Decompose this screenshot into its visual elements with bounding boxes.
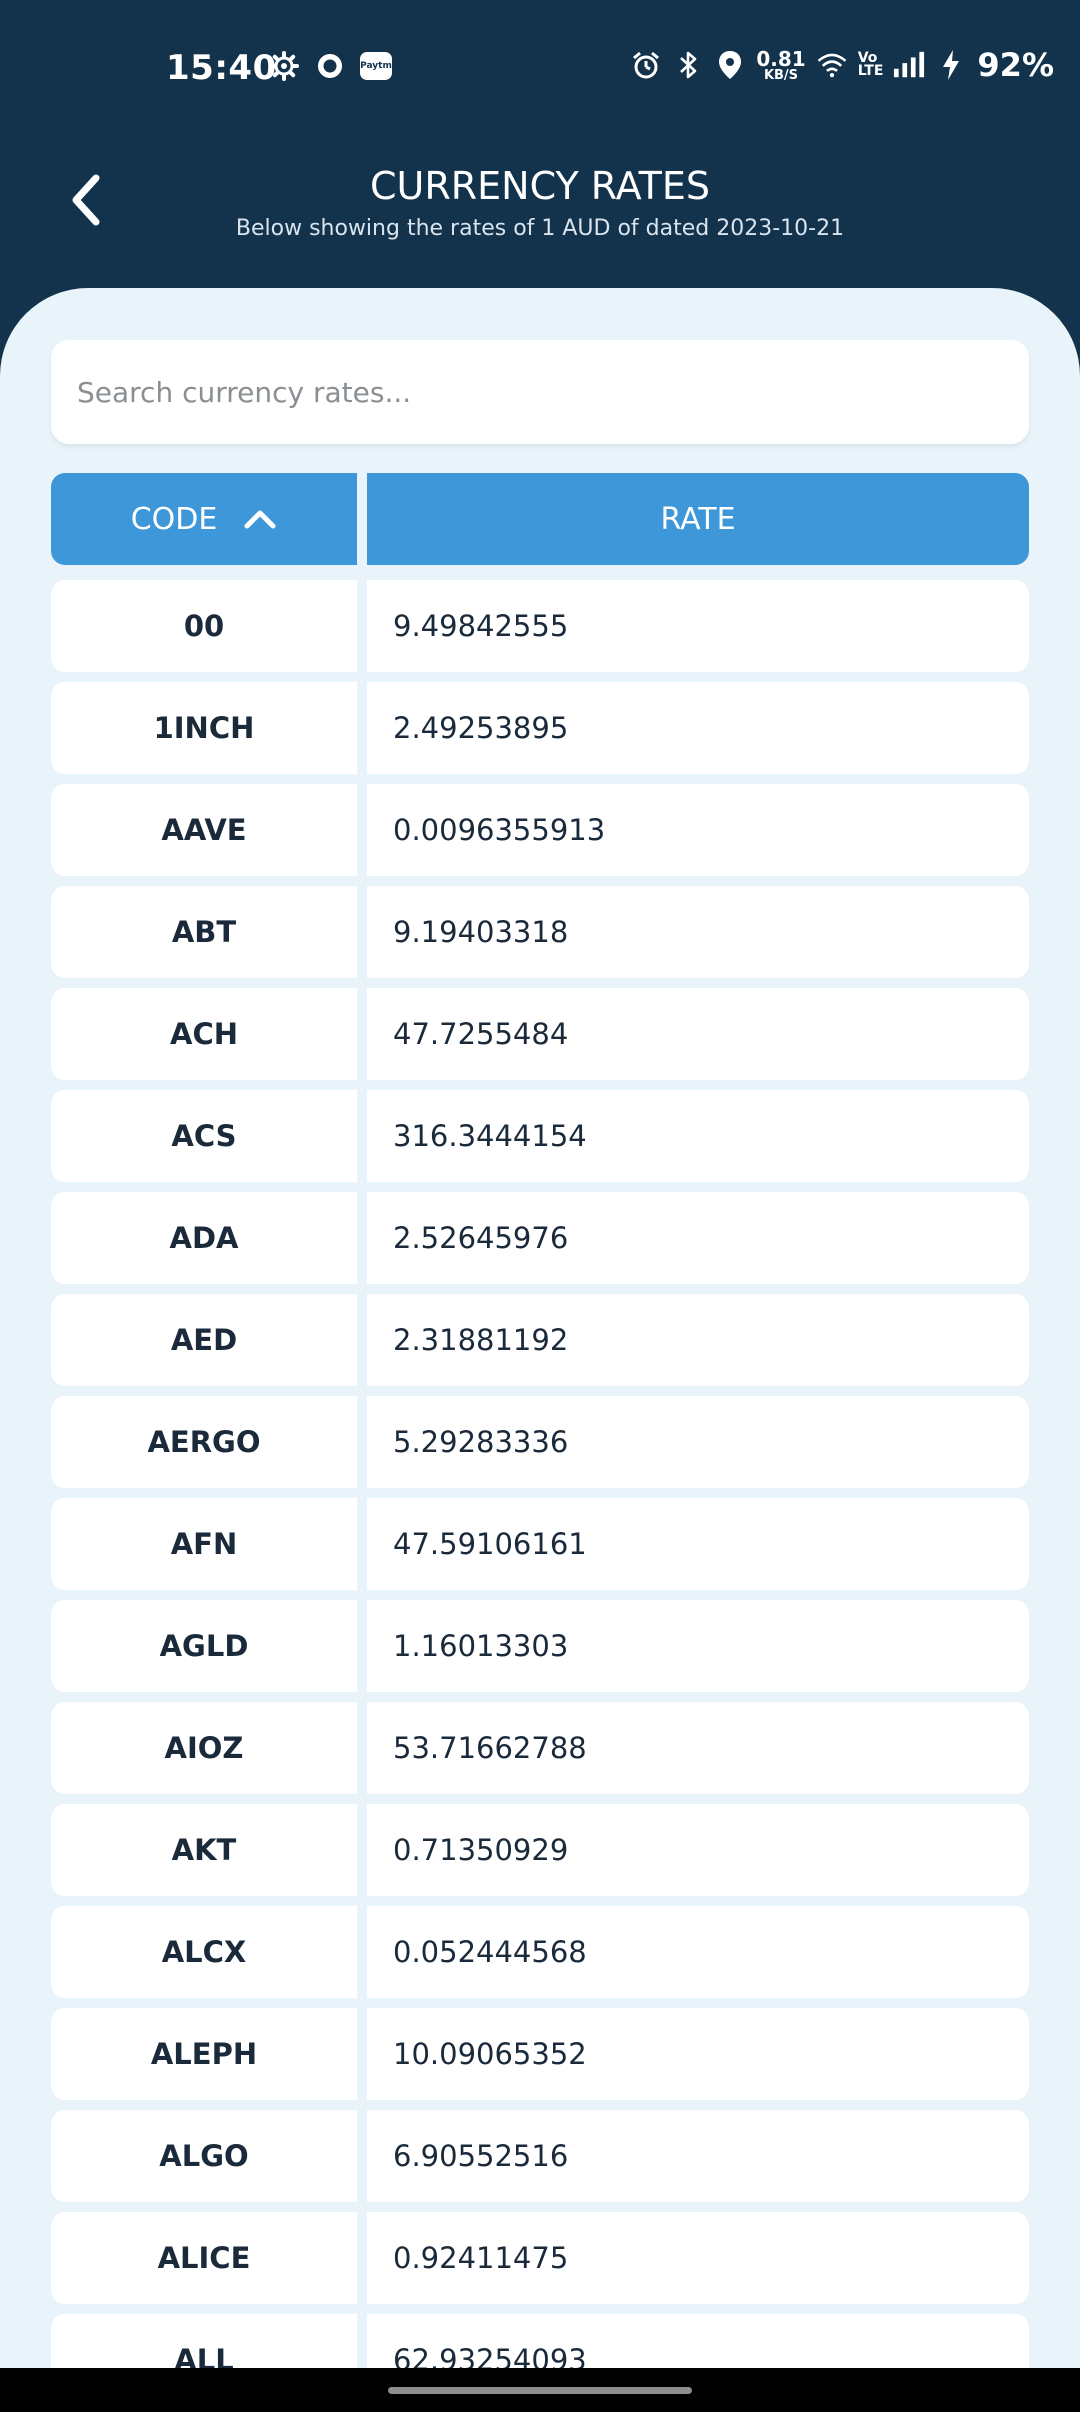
page-title: CURRENCY RATES <box>370 164 710 208</box>
currency-code-cell: ALICE <box>51 2212 357 2304</box>
currency-code-cell: AFN <box>51 1498 357 1590</box>
chevron-up-icon <box>244 510 276 529</box>
status-time: 15:40 <box>166 48 277 88</box>
currency-code-cell: AAVE <box>51 784 357 876</box>
search-box <box>51 340 1029 444</box>
rate-value-cell: 9.49842555 <box>367 580 1029 672</box>
currency-code-cell: AKT <box>51 1804 357 1896</box>
rate-value-cell: 2.31881192 <box>367 1294 1029 1386</box>
rate-value-cell: 0.052444568 <box>367 1906 1029 1998</box>
home-indicator[interactable] <box>388 2387 692 2394</box>
rate-value-cell: 53.71662788 <box>367 1702 1029 1794</box>
rate-column-header[interactable]: RATE <box>367 473 1029 565</box>
status-right-icons: 0.81 KB/S Vo LTE 92% <box>630 46 1054 84</box>
table-row[interactable]: AERGO 5.29283336 <box>51 1396 1029 1488</box>
rate-header-label: RATE <box>660 501 736 537</box>
rate-value-cell: 47.7255484 <box>367 988 1029 1080</box>
status-left-icons: Paytm <box>268 50 392 82</box>
charging-icon <box>935 49 967 81</box>
rate-value-cell: 10.09065352 <box>367 2008 1029 2100</box>
table-row[interactable]: ABT 9.19403318 <box>51 886 1029 978</box>
table-row[interactable]: 1INCH 2.49253895 <box>51 682 1029 774</box>
rates-table-body: 00 9.49842555 1INCH 2.49253895 AAVE 0.00… <box>51 580 1029 2368</box>
search-input[interactable] <box>51 340 1029 444</box>
table-row[interactable]: AAVE 0.0096355913 <box>51 784 1029 876</box>
table-row[interactable]: ALEPH 10.09065352 <box>51 2008 1029 2100</box>
battery-percentage: 92% <box>977 46 1054 84</box>
table-row[interactable]: ADA 2.52645976 <box>51 1192 1029 1284</box>
rate-value-cell: 2.49253895 <box>367 682 1029 774</box>
navigation-bar <box>0 2368 1080 2412</box>
currency-code-cell: ALL <box>51 2314 357 2368</box>
rate-value-cell: 47.59106161 <box>367 1498 1029 1590</box>
table-row[interactable]: ALICE 0.92411475 <box>51 2212 1029 2304</box>
currency-code-cell: AIOZ <box>51 1702 357 1794</box>
currency-code-cell: 00 <box>51 580 357 672</box>
location-icon <box>714 49 746 81</box>
currency-code-cell: AERGO <box>51 1396 357 1488</box>
rate-value-cell: 316.3444154 <box>367 1090 1029 1182</box>
volte-indicator: Vo LTE <box>857 49 884 79</box>
currency-code-cell: 1INCH <box>51 682 357 774</box>
rate-value-cell: 62.93254093 <box>367 2314 1029 2368</box>
table-row[interactable]: ALL 62.93254093 <box>51 2314 1029 2368</box>
currency-code-cell: AED <box>51 1294 357 1386</box>
page-subtitle: Below showing the rates of 1 AUD of date… <box>235 216 845 241</box>
table-row[interactable]: 00 9.49842555 <box>51 580 1029 672</box>
table-row[interactable]: AFN 47.59106161 <box>51 1498 1029 1590</box>
rate-value-cell: 9.19403318 <box>367 886 1029 978</box>
currency-code-cell: ALEPH <box>51 2008 357 2100</box>
table-row[interactable]: AGLD 1.16013303 <box>51 1600 1029 1692</box>
header: CURRENCY RATES Below showing the rates o… <box>0 140 1080 290</box>
table-row[interactable]: AED 2.31881192 <box>51 1294 1029 1386</box>
currency-code-cell: ALCX <box>51 1906 357 1998</box>
rate-value-cell: 2.52645976 <box>367 1192 1029 1284</box>
content-sheet: CODE RATE 00 9.49842555 1INCH 2.49253895… <box>0 288 1080 2368</box>
rate-value-cell: 1.16013303 <box>367 1600 1029 1692</box>
currency-code-cell: ABT <box>51 886 357 978</box>
status-bar: 15:40 Paytm 0.81 KB/S Vo LTE 92% <box>0 0 1080 140</box>
currency-code-cell: ALGO <box>51 2110 357 2202</box>
table-header: CODE RATE <box>51 473 1029 565</box>
rate-value-cell: 0.71350929 <box>367 1804 1029 1896</box>
table-row[interactable]: ACH 47.7255484 <box>51 988 1029 1080</box>
table-row[interactable]: AIOZ 53.71662788 <box>51 1702 1029 1794</box>
rate-value-cell: 0.0096355913 <box>367 784 1029 876</box>
currency-code-cell: ACS <box>51 1090 357 1182</box>
currency-code-cell: AGLD <box>51 1600 357 1692</box>
settings-icon <box>268 50 300 82</box>
rate-value-cell: 5.29283336 <box>367 1396 1029 1488</box>
rate-value-cell: 0.92411475 <box>367 2212 1029 2304</box>
code-header-label: CODE <box>130 501 218 537</box>
alarm-icon <box>630 49 662 81</box>
wifi-icon <box>816 49 848 81</box>
bluetooth-icon <box>672 49 704 81</box>
signal-icon <box>893 49 925 81</box>
table-row[interactable]: ALCX 0.052444568 <box>51 1906 1029 1998</box>
currency-code-cell: ACH <box>51 988 357 1080</box>
app-screen: 15:40 Paytm 0.81 KB/S Vo LTE 92% CURRENC… <box>0 0 1080 2368</box>
network-speed: 0.81 KB/S <box>756 46 806 83</box>
code-column-header[interactable]: CODE <box>51 473 357 565</box>
table-row[interactable]: ALGO 6.90552516 <box>51 2110 1029 2202</box>
table-row[interactable]: AKT 0.71350929 <box>51 1804 1029 1896</box>
currency-code-cell: ADA <box>51 1192 357 1284</box>
table-row[interactable]: ACS 316.3444154 <box>51 1090 1029 1182</box>
circle-icon <box>314 50 346 82</box>
paytm-icon: Paytm <box>360 52 392 80</box>
rate-value-cell: 6.90552516 <box>367 2110 1029 2202</box>
